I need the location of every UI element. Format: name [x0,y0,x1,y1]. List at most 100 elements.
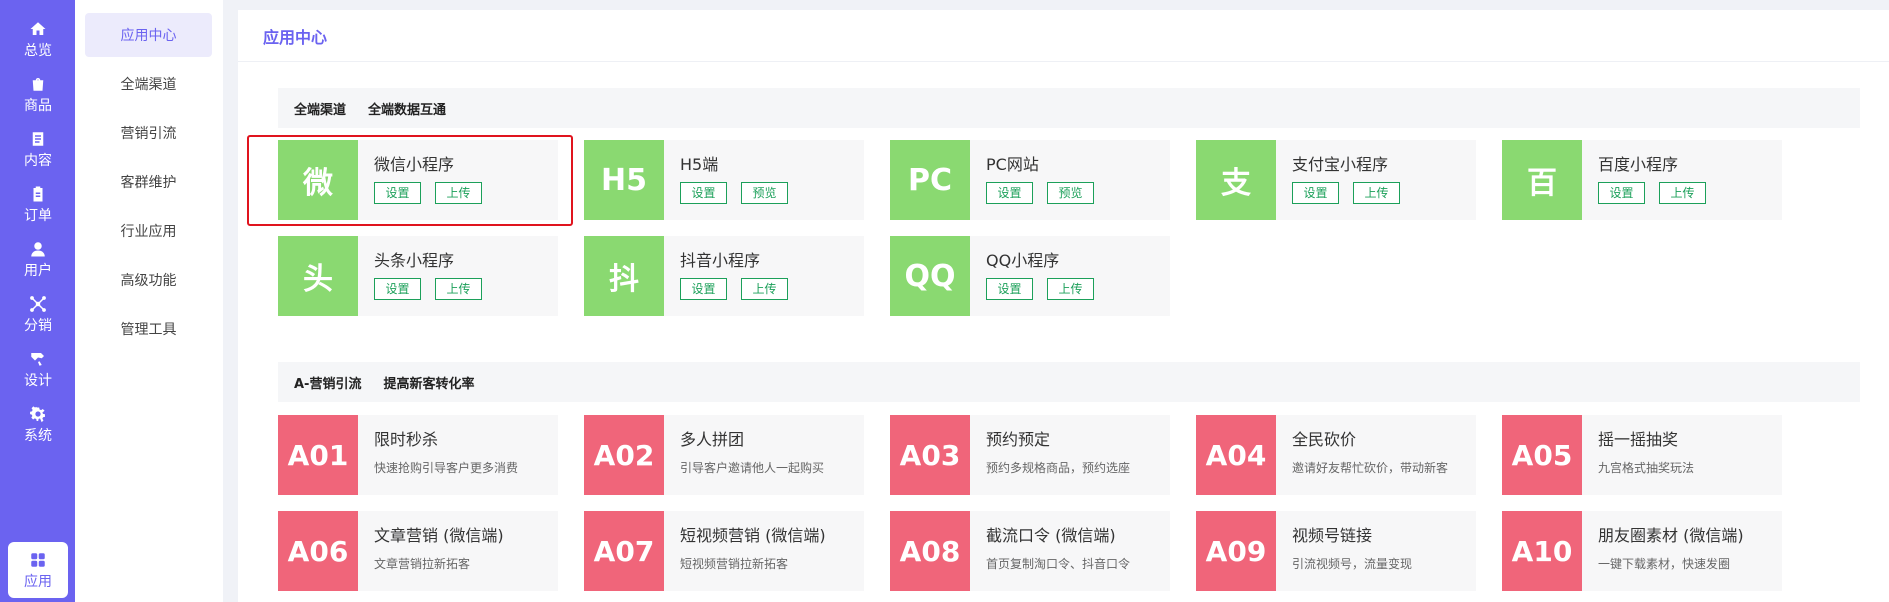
marketing-card-a08[interactable]: A08 截流口令 (微信端) 首页复制淘口令、抖音口令 [890,511,1170,591]
bag-icon [28,74,48,94]
marketing-badge: A10 [1502,511,1582,591]
marketing-badge: A01 [278,415,358,495]
marketing-card-a04[interactable]: A04 全民砍价 邀请好友帮忙砍价，带动新客 [1196,415,1476,495]
section-marketing: A-营销引流 提高新客转化率 [278,362,1860,402]
channel-card-alipay[interactable]: 支 支付宝小程序 设置 上传 [1196,140,1476,220]
main-panel: 应用中心 全端渠道 全端数据互通 微 微信小程序 设置 上传 H5 H5端 设置预… [238,10,1889,602]
marketing-desc: 首页复制淘口令、抖音口令 [986,557,1131,571]
brush-icon [28,349,48,369]
channel-card-wechat[interactable]: 微 微信小程序 设置 上传 [278,140,558,220]
marketing-name: 预约预定 [986,430,1051,449]
marketing-card-a02[interactable]: A02 多人拼团 引导客户邀请他人一起购买 [584,415,864,495]
upload-button[interactable]: 上传 [1659,182,1706,204]
upload-button[interactable]: 上传 [435,278,482,300]
marketing-desc: 邀请好友帮忙砍价，带动新客 [1292,461,1449,475]
marketing-badge: A02 [584,415,664,495]
channel-card-douyin[interactable]: 抖 抖音小程序 设置 上传 [584,236,864,316]
submenu-item-all-channels[interactable]: 全端渠道 [85,62,212,106]
gear-icon [28,404,48,424]
upload-button[interactable]: 上传 [1047,278,1094,300]
marketing-name: 视频号链接 [1292,526,1373,545]
marketing-name: 截流口令 (微信端) [986,526,1116,545]
upload-button[interactable]: 上传 [435,182,482,204]
marketing-desc: 预约多规格商品，预约选座 [986,461,1131,475]
marketing-card-a10[interactable]: A10 朋友圈素材 (微信端) 一键下载素材，快速发圈 [1502,511,1782,591]
rail-item-content[interactable]: 内容 [8,122,68,176]
marketing-card-a06[interactable]: A06 文章营销 (微信端) 文章营销拉新拓客 [278,511,558,591]
section-title: 全端渠道 [294,102,347,118]
rail-item-apps[interactable]: 应用 [8,542,68,598]
marketing-card-a07[interactable]: A07 短视频营销 (微信端) 短视频营销拉新拓客 [584,511,864,591]
clipboard-icon [28,184,48,204]
rail-item-distribution[interactable]: 分销 [8,287,68,341]
marketing-name: 摇一摇抽奖 [1598,430,1679,449]
settings-button[interactable]: 设置 [1598,182,1645,204]
channel-name: 支付宝小程序 [1292,155,1389,174]
channel-card-baidu[interactable]: 百 百度小程序 设置 上传 [1502,140,1782,220]
rail-item-users[interactable]: 用户 [8,232,68,286]
marketing-card-a01[interactable]: A01 限时秒杀 快速抢购引导客户更多消费 [278,415,558,495]
marketing-desc: 快速抢购引导客户更多消费 [374,461,519,475]
submenu-item-tools[interactable]: 管理工具 [85,307,212,351]
grid-icon [28,550,48,570]
rail-item-overview[interactable]: 总览 [8,12,68,66]
rail-item-orders[interactable]: 订单 [8,177,68,231]
icon-rail: 总览 商品 内容 订单 用户 分销 设计 系统 应用 [0,0,75,602]
marketing-badge: A05 [1502,415,1582,495]
channel-badge: QQ [890,236,970,316]
marketing-badge: A09 [1196,511,1276,591]
marketing-badge: A06 [278,511,358,591]
settings-button[interactable]: 设置 [986,278,1033,300]
marketing-badge: A03 [890,415,970,495]
channel-badge: 抖 [584,236,664,316]
submenu-item-app-center[interactable]: 应用中心 [85,13,212,57]
section-desc: 全端数据互通 [368,102,447,118]
preview-button[interactable]: 预览 [1047,182,1094,204]
channel-name: 微信小程序 [374,155,455,174]
settings-button[interactable]: 设置 [986,182,1033,204]
upload-button[interactable]: 上传 [1353,182,1400,204]
channel-name: 百度小程序 [1598,155,1679,174]
marketing-badge: A04 [1196,415,1276,495]
submenu-item-customer-care[interactable]: 客群维护 [85,160,212,204]
user-icon [28,239,48,259]
panel-header: 应用中心 [238,10,1889,62]
submenu-item-advanced[interactable]: 高级功能 [85,258,212,302]
channel-badge: H5 [584,140,664,220]
settings-button[interactable]: 设置 [680,182,727,204]
marketing-desc: 文章营销拉新拓客 [374,557,471,571]
channel-card-h5[interactable]: H5 H5端 设置 预览 [584,140,864,220]
submenu-item-industry-apps[interactable]: 行业应用 [85,209,212,253]
rail-item-products[interactable]: 商品 [8,67,68,121]
channel-name: H5端 [680,155,719,174]
marketing-card-a03[interactable]: A03 预约预定预约多规格商品，预约选座 [890,415,1170,495]
channel-card-toutiao[interactable]: 头 头条小程序 设置 上传 [278,236,558,316]
settings-button[interactable]: 设置 [374,182,421,204]
home-icon [28,19,48,39]
network-icon [28,294,48,314]
rail-item-system[interactable]: 系统 [8,397,68,451]
marketing-name: 多人拼团 [680,430,745,449]
channel-card-qq[interactable]: QQ QQ小程序 设置 上传 [890,236,1170,316]
page-title: 应用中心 [263,27,328,47]
marketing-name: 短视频营销 (微信端) [680,526,826,545]
marketing-card-a05[interactable]: A05 摇一摇抽奖九宫格式抽奖玩法 [1502,415,1782,495]
channel-badge: 头 [278,236,358,316]
document-icon [28,129,48,149]
submenu-item-marketing[interactable]: 营销引流 [85,111,212,155]
marketing-name: 文章营销 (微信端) [374,526,504,545]
channel-badge: 百 [1502,140,1582,220]
settings-button[interactable]: 设置 [1292,182,1339,204]
rail-item-design[interactable]: 设计 [8,342,68,396]
marketing-desc: 九宫格式抽奖玩法 [1598,461,1695,475]
channel-name: PC网站 [986,155,1039,174]
settings-button[interactable]: 设置 [680,278,727,300]
marketing-desc: 短视频营销拉新拓客 [680,557,789,571]
upload-button[interactable]: 上传 [741,278,788,300]
preview-button[interactable]: 预览 [741,182,788,204]
settings-button[interactable]: 设置 [374,278,421,300]
marketing-card-a09[interactable]: A09 视频号链接 引流视频号，流量变现 [1196,511,1476,591]
channel-card-pc[interactable]: PC PC网站 设置 预览 [890,140,1170,220]
marketing-badge: A07 [584,511,664,591]
submenu: 应用中心 全端渠道 营销引流 客群维护 行业应用 高级功能 管理工具 [75,0,223,602]
